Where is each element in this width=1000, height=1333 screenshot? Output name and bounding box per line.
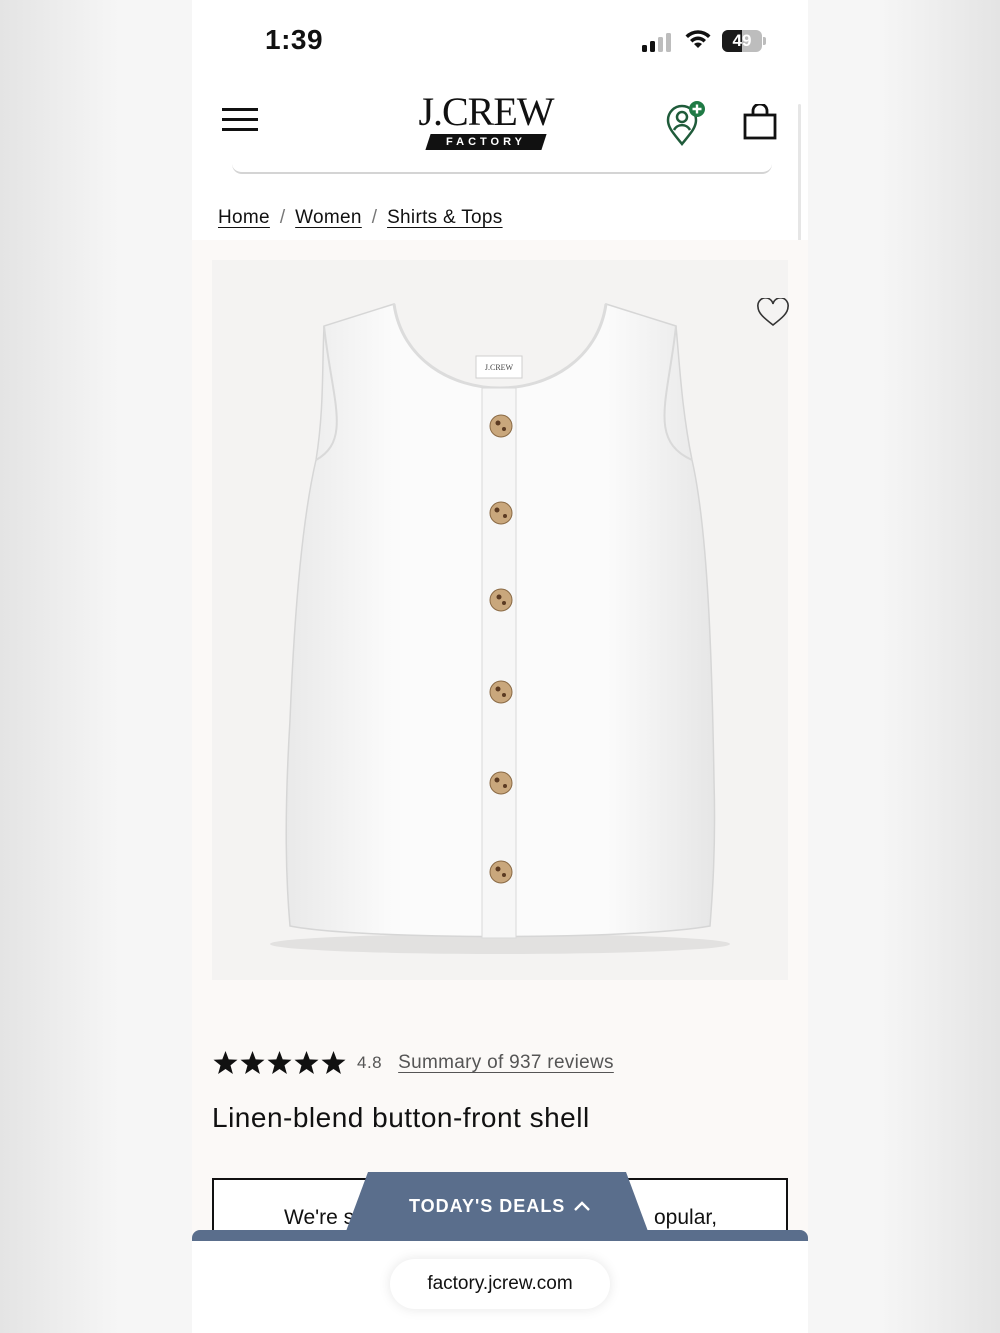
status-time: 1:39 — [265, 24, 324, 55]
rating-row: 4.8 Summary of 937 reviews — [212, 1048, 614, 1078]
star-icon — [213, 1051, 238, 1074]
search-bar-edge[interactable] — [232, 164, 772, 174]
product-image[interactable]: J.CREW — [212, 260, 790, 980]
rating-value: 4.8 — [357, 1053, 383, 1072]
browser-bottom-bar: factory.jcrew.com — [192, 1241, 808, 1333]
todays-deals-label[interactable]: TODAY'S DEALS — [409, 1196, 565, 1217]
logo-wordmark: J.CREW — [418, 89, 554, 134]
sleeveless-shell-illustration: J.CREW — [270, 303, 730, 954]
site-header: J.CREW FACTORY — [192, 82, 808, 177]
reviews-summary-link[interactable]: Summary of 937 reviews — [398, 1052, 614, 1074]
garment-label: J.CREW — [485, 363, 514, 372]
chevron-up-icon[interactable] — [572, 1198, 592, 1214]
address-bar[interactable]: factory.jcrew.com — [390, 1259, 610, 1309]
battery-icon: 49 — [722, 30, 766, 52]
star-icon — [240, 1051, 265, 1074]
battery-level: 49 — [732, 31, 752, 50]
jcrew-factory-logo[interactable]: J.CREW FACTORY — [406, 90, 566, 152]
product-section: J.CREW 4.8 Summary of 937 reviews Linen-… — [192, 240, 808, 1248]
status-bar: 1:39 49 — [192, 0, 808, 82]
star-icon — [267, 1051, 292, 1074]
breadcrumb-separator: / — [371, 207, 378, 228]
logo-badge: FACTORY — [446, 136, 526, 148]
rewards-icon[interactable] — [664, 100, 710, 148]
breadcrumb-shirts-tops[interactable]: Shirts & Tops — [387, 207, 503, 229]
cellular-signal-icon — [642, 33, 671, 52]
breadcrumb-home[interactable]: Home — [218, 207, 270, 229]
wifi-icon — [685, 30, 711, 48]
heart-icon[interactable] — [756, 298, 790, 328]
phone-screen: 1:39 49 J.CREW FACTORY Home / Women / Sh… — [192, 0, 808, 1333]
breadcrumb-separator: / — [279, 207, 286, 228]
star-icon — [294, 1051, 319, 1074]
star-icon — [321, 1051, 346, 1074]
product-title: Linen-blend button-front shell — [212, 1102, 590, 1133]
shopping-bag-icon[interactable] — [742, 104, 778, 140]
breadcrumb-women[interactable]: Women — [295, 207, 362, 229]
breadcrumb: Home / Women / Shirts & Tops — [218, 204, 503, 232]
promo-text-end: opular, — [654, 1206, 718, 1229]
hamburger-menu-icon[interactable] — [222, 108, 258, 132]
star-rating — [212, 1050, 347, 1076]
url-text[interactable]: factory.jcrew.com — [390, 1273, 610, 1295]
